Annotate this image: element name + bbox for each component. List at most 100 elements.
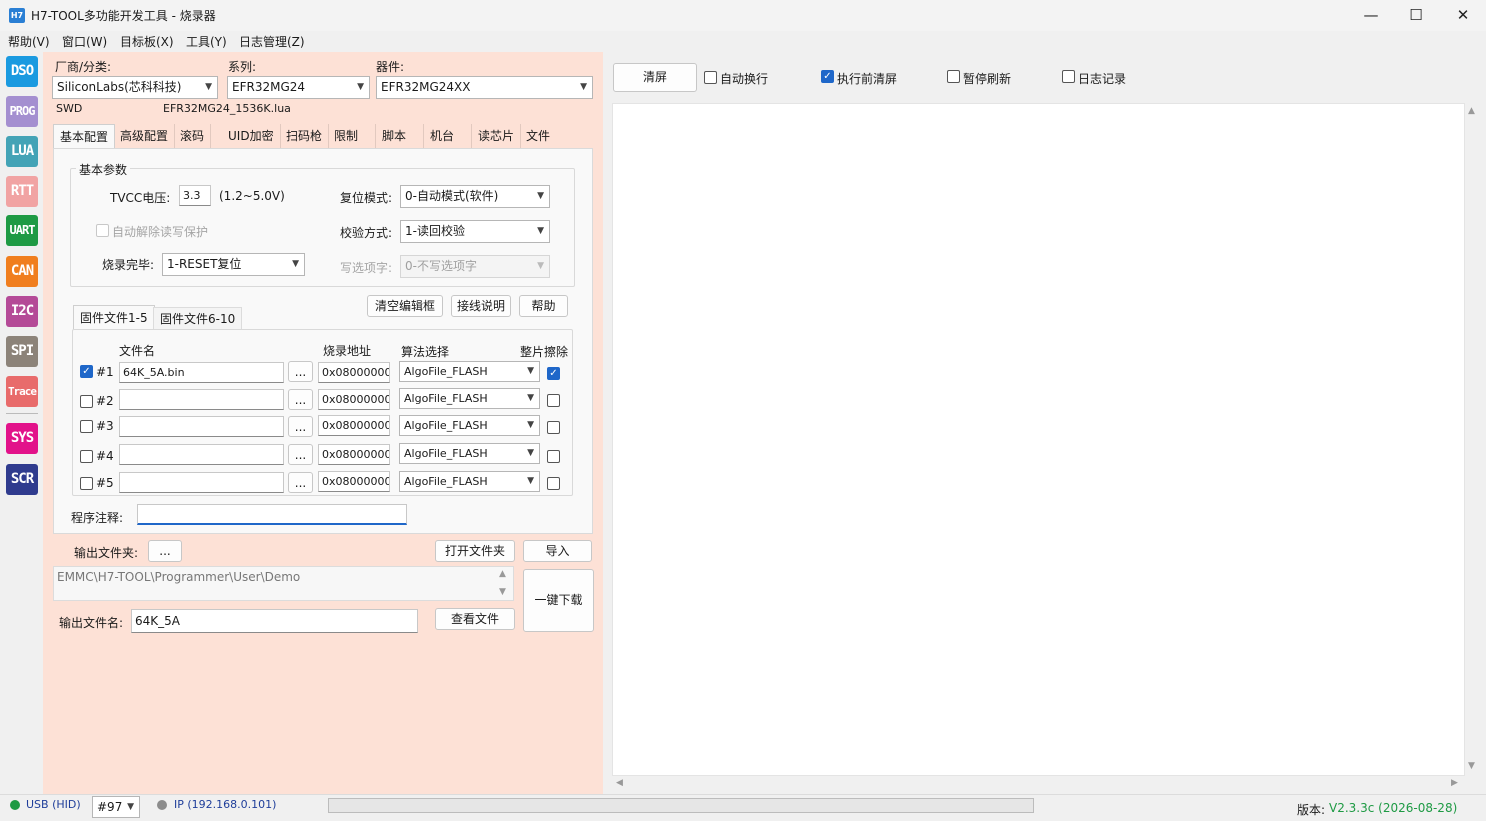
maximize-button[interactable]: ☐ (1393, 0, 1439, 31)
row4-address-input[interactable]: 0x08000000 (318, 444, 390, 465)
row5-erase-checkbox[interactable] (547, 477, 560, 490)
row4-file-input[interactable] (119, 444, 284, 465)
row3-algo-select[interactable]: AlgoFile_FLASH ▼ (399, 415, 540, 436)
row4-enable-checkbox[interactable] (80, 450, 93, 463)
clear-screen-button[interactable]: 清屏 (613, 63, 697, 92)
tab-file[interactable]: 文件 (520, 124, 556, 148)
port-select[interactable]: #97 ▼ (92, 796, 140, 818)
log-vertical-scrollbar[interactable] (1466, 103, 1481, 776)
row4-browse-button[interactable]: ... (288, 444, 313, 465)
row1-enable-checkbox[interactable]: ✓ (80, 365, 93, 378)
sidebar-item-sys[interactable]: SYS (6, 423, 38, 454)
tab-firmware-1-5[interactable]: 固件文件1-5 (73, 305, 155, 329)
row2-address-input[interactable]: 0x08000000 (318, 389, 390, 410)
row1-file-input[interactable]: 64K_5A.bin (119, 362, 284, 383)
row3-file-input[interactable] (119, 416, 284, 437)
tab-scanner[interactable]: 扫码枪 (280, 124, 330, 148)
tab-firmware-6-10[interactable]: 固件文件6-10 (153, 307, 243, 329)
sidebar-item-scr[interactable]: SCR (6, 464, 38, 495)
help-button[interactable]: 帮助 (519, 295, 568, 317)
row2-browse-button[interactable]: ... (288, 389, 313, 410)
menu-window[interactable]: 窗口(W) (62, 33, 107, 50)
row4-algo-select[interactable]: AlgoFile_FLASH ▼ (399, 443, 540, 464)
log-output-area[interactable] (612, 103, 1465, 776)
tab-rolling-code[interactable]: 滚码 (174, 124, 212, 148)
sidebar-item-uart[interactable]: UART (6, 215, 38, 246)
pause-refresh-checkbox[interactable] (947, 70, 960, 83)
close-button[interactable]: ✕ (1440, 0, 1486, 31)
tab-uid-encrypt[interactable]: UID加密 (222, 124, 281, 148)
menu-target-board[interactable]: 目标板(X) (120, 33, 174, 50)
reset-mode-value: 0-自动模式(软件) (405, 189, 499, 203)
row2-enable-checkbox[interactable] (80, 395, 93, 408)
one-click-download-button[interactable]: 一键下载 (523, 569, 594, 632)
row3-address-input[interactable]: 0x08000000 (318, 415, 390, 436)
reset-mode-select[interactable]: 0-自动模式(软件) ▼ (400, 185, 550, 208)
open-folder-button[interactable]: 打开文件夹 (435, 540, 515, 562)
scroll-down-icon[interactable]: ▼ (1468, 761, 1475, 771)
row1-algo-select[interactable]: AlgoFile_FLASH ▼ (399, 361, 540, 382)
clear-edit-button[interactable]: 清空编辑框 (367, 295, 443, 317)
tab-machine[interactable]: 机台 (424, 124, 472, 148)
sidebar-item-can[interactable]: CAN (6, 256, 38, 287)
vendor-select[interactable]: SiliconLabs(芯科科技) ▼ (52, 76, 218, 99)
output-filename-input[interactable]: 64K_5A (131, 609, 418, 633)
sidebar-item-spi[interactable]: SPI (6, 336, 38, 367)
row5-index: #5 (96, 476, 114, 490)
row5-enable-checkbox[interactable] (80, 477, 93, 490)
row2-algo-select[interactable]: AlgoFile_FLASH ▼ (399, 388, 540, 409)
burn-done-select[interactable]: 1-RESET复位 ▼ (162, 253, 305, 276)
verify-select[interactable]: 1-读回校验 ▼ (400, 220, 550, 243)
sidebar-item-lua[interactable]: LUA (6, 136, 38, 167)
menu-help[interactable]: 帮助(V) (8, 33, 50, 50)
row1-address-input[interactable]: 0x08000000 (318, 362, 390, 383)
tab-basic-config[interactable]: 基本配置 (53, 124, 116, 148)
device-select[interactable]: EFR32MG24XX ▼ (376, 76, 593, 99)
program-comment-input[interactable] (137, 504, 407, 525)
auto-unlock-checkbox[interactable] (96, 224, 109, 237)
scroll-up-icon[interactable]: ▲ (1468, 106, 1475, 116)
scroll-left-icon[interactable]: ◀ (616, 778, 623, 788)
row5-browse-button[interactable]: ... (288, 472, 313, 493)
row1-browse-button[interactable]: ... (288, 361, 313, 382)
row3-enable-checkbox[interactable] (80, 420, 93, 433)
row5-file-input[interactable] (119, 472, 284, 493)
import-button[interactable]: 导入 (523, 540, 592, 562)
tab-advanced-config[interactable]: 高级配置 (114, 124, 176, 148)
menu-log-management[interactable]: 日志管理(Z) (239, 33, 305, 50)
wiring-guide-button[interactable]: 接线说明 (451, 295, 511, 317)
row1-erase-checkbox[interactable]: ✓ (547, 367, 560, 380)
row2-erase-checkbox[interactable] (547, 394, 560, 407)
scroll-down-icon[interactable]: ▼ (499, 587, 506, 597)
minimize-button[interactable]: — (1348, 0, 1394, 31)
auto-wrap-checkbox[interactable] (704, 71, 717, 84)
sidebar-item-rtt[interactable]: RTT (6, 176, 38, 207)
tab-script[interactable]: 脚本 (376, 124, 424, 148)
tvcc-input[interactable]: 3.3 (179, 185, 211, 206)
tab-limits[interactable]: 限制 (328, 124, 376, 148)
sidebar-item-dso[interactable]: DSO (6, 56, 38, 87)
sidebar-item-trace[interactable]: Trace (6, 376, 38, 407)
row5-algo-select[interactable]: AlgoFile_FLASH ▼ (399, 471, 540, 492)
log-horizontal-scrollbar[interactable] (612, 777, 1465, 791)
sidebar-item-prog[interactable]: PROG (6, 96, 38, 127)
menu-tools[interactable]: 工具(Y) (186, 33, 227, 50)
row3-erase-checkbox[interactable] (547, 421, 560, 434)
scroll-up-icon[interactable]: ▲ (499, 569, 506, 579)
row3-browse-button[interactable]: ... (288, 416, 313, 437)
tab-read-chip[interactable]: 读芯片 (472, 124, 522, 148)
series-select[interactable]: EFR32MG24 ▼ (227, 76, 370, 99)
row2-file-input[interactable] (119, 389, 284, 410)
ip-status-text: IP (192.168.0.101) (174, 798, 277, 811)
row3-index: #3 (96, 419, 114, 433)
clear-before-run-label: 执行前清屏 (837, 72, 898, 86)
output-folder-browse-button[interactable]: ... (148, 540, 182, 562)
sidebar-item-i2c[interactable]: I2C (6, 296, 38, 327)
row4-erase-checkbox[interactable] (547, 450, 560, 463)
log-record-checkbox[interactable] (1062, 70, 1075, 83)
write-option-select[interactable]: 0-不写选项字 ▼ (400, 255, 550, 278)
view-file-button[interactable]: 查看文件 (435, 608, 515, 630)
row5-address-input[interactable]: 0x08000000 (318, 471, 390, 492)
clear-before-run-checkbox[interactable]: ✓ (821, 70, 834, 83)
scroll-right-icon[interactable]: ▶ (1451, 778, 1458, 788)
